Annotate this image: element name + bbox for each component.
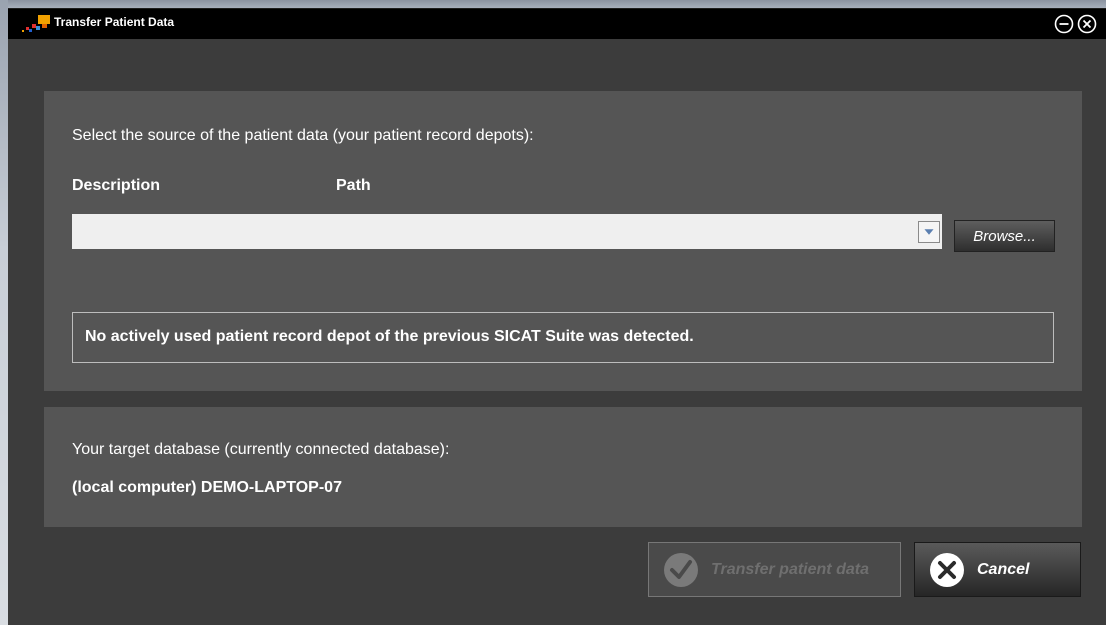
target-label: Your target database (currently connecte… xyxy=(72,441,450,458)
depot-select[interactable] xyxy=(72,214,942,249)
target-panel: Your target database (currently connecte… xyxy=(44,407,1082,527)
app-logo-icon xyxy=(22,15,50,32)
transfer-button-label: Transfer patient data xyxy=(711,560,869,578)
target-database-value: (local computer) DEMO-LAPTOP-07 xyxy=(72,479,342,496)
title-bar[interactable]: Transfer Patient Data xyxy=(8,9,1106,39)
column-header-path: Path xyxy=(336,177,371,194)
check-circle-icon xyxy=(664,552,698,587)
cancel-button[interactable]: Cancel xyxy=(914,542,1081,597)
browse-button[interactable]: Browse... xyxy=(954,220,1055,252)
close-circle-icon[interactable] xyxy=(1076,13,1098,35)
column-header-description: Description xyxy=(72,177,161,194)
dialog-title: Transfer Patient Data xyxy=(54,15,175,29)
source-instruction: Select the source of the patient data (y… xyxy=(72,127,534,144)
transfer-patient-data-button[interactable]: Transfer patient data xyxy=(648,542,901,597)
transfer-dialog: Transfer Patient Data Select the source … xyxy=(8,8,1106,625)
cancel-x-circle-icon xyxy=(930,552,964,587)
desktop-top-edge xyxy=(0,0,1106,8)
cancel-button-label: Cancel xyxy=(977,560,1030,578)
source-panel: Select the source of the patient data (y… xyxy=(44,91,1082,391)
minimize-circle-icon[interactable] xyxy=(1053,13,1075,35)
no-depot-notice: No actively used patient record depot of… xyxy=(72,312,1054,363)
notice-text: No actively used patient record depot of… xyxy=(85,328,694,345)
desktop-left-edge xyxy=(0,0,8,625)
chevron-down-icon[interactable] xyxy=(918,221,940,243)
